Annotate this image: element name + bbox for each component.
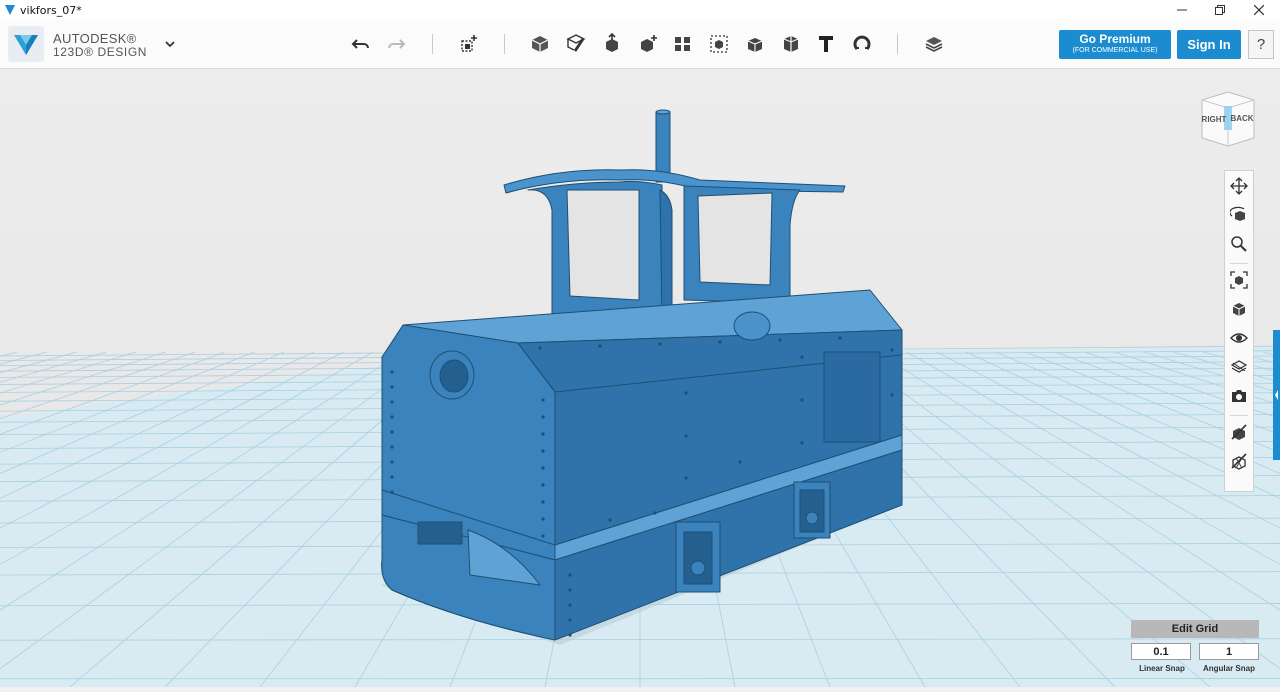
material-outline-icon	[1230, 358, 1248, 376]
modify-icon	[637, 33, 659, 55]
construct-button[interactable]	[597, 29, 627, 59]
minimize-icon	[1177, 5, 1187, 15]
app-icon	[4, 4, 16, 16]
views-icon	[1230, 300, 1248, 318]
material-button[interactable]	[919, 29, 949, 59]
redo-button[interactable]	[381, 29, 411, 59]
navbar-separator	[1230, 263, 1248, 264]
linear-snap-input[interactable]: 0.1	[1131, 643, 1191, 660]
go-premium-button[interactable]: Go Premium (FOR COMMERCIAL USE)	[1059, 30, 1171, 59]
pattern-button[interactable]	[668, 29, 698, 59]
logo-icon	[8, 26, 44, 62]
angular-snap-label: Angular Snap	[1194, 664, 1264, 673]
edit-grid-button[interactable]: Edit Grid	[1131, 620, 1259, 638]
screenshot-button[interactable]	[1228, 385, 1250, 407]
group-button[interactable]	[704, 29, 734, 59]
group-icon	[708, 33, 730, 55]
viewcube-back-label: BACK	[1230, 114, 1253, 123]
redo-icon	[385, 33, 407, 55]
visibility-button[interactable]	[1228, 327, 1250, 349]
sketch-button[interactable]	[561, 29, 591, 59]
navigation-bar	[1224, 170, 1254, 492]
construct-icon	[601, 33, 623, 55]
orbit-icon	[1230, 206, 1248, 224]
snap-icon	[851, 33, 873, 55]
text-icon	[815, 33, 837, 55]
transform-button[interactable]	[454, 29, 484, 59]
fit-button[interactable]	[1228, 269, 1250, 291]
sign-in-button[interactable]: Sign In	[1177, 30, 1241, 59]
primitives-button[interactable]	[525, 29, 555, 59]
side-panel-handle[interactable]	[1273, 330, 1280, 460]
title-bar: vikfors_07*	[0, 0, 1280, 20]
linear-snap-label: Linear Snap	[1127, 664, 1197, 673]
window-title: vikfors_07*	[20, 4, 82, 17]
viewcube-right-label: RIGHT	[1202, 115, 1227, 124]
views-button[interactable]	[1228, 298, 1250, 320]
brand-product: 123D® DESIGN	[53, 45, 147, 59]
brand-autodesk: AUTODESK®	[53, 31, 137, 46]
camera-icon	[1230, 387, 1248, 405]
measure-button[interactable]	[776, 29, 806, 59]
text-button[interactable]	[811, 29, 841, 59]
hide-sketch-button[interactable]	[1228, 421, 1250, 443]
navbar-separator	[1230, 415, 1248, 416]
chevron-left-icon	[1273, 330, 1280, 460]
measure-icon	[780, 33, 802, 55]
transform-icon	[458, 33, 480, 55]
zoom-button[interactable]	[1228, 233, 1250, 255]
toolbar-separator	[432, 34, 433, 54]
app-logo[interactable]	[8, 26, 44, 62]
combine-icon	[744, 33, 766, 55]
material-icon	[923, 33, 945, 55]
pattern-icon	[672, 33, 694, 55]
close-icon	[1254, 5, 1264, 15]
sketch-icon	[565, 33, 587, 55]
scene-canvas[interactable]	[0, 69, 1280, 687]
app-toolbar: AUTODESK® 123D® DESIGN	[0, 20, 1280, 69]
minimize-button[interactable]	[1163, 0, 1201, 20]
restore-icon	[1215, 5, 1225, 15]
premium-label: Go Premium	[1059, 32, 1171, 46]
modify-button[interactable]	[633, 29, 663, 59]
3d-viewport[interactable]: RIGHT BACK	[0, 69, 1280, 687]
snap-button[interactable]	[847, 29, 877, 59]
materials-button[interactable]	[1228, 356, 1250, 378]
pan-icon	[1230, 177, 1248, 195]
fit-icon	[1230, 271, 1248, 289]
hide-mesh-icon	[1230, 452, 1248, 470]
pan-button[interactable]	[1228, 175, 1250, 197]
combine-button[interactable]	[740, 29, 770, 59]
orbit-button[interactable]	[1228, 204, 1250, 226]
toolbar-separator	[504, 34, 505, 54]
eye-icon	[1230, 329, 1248, 347]
help-button[interactable]: ?	[1248, 30, 1274, 59]
toolbar-separator	[897, 34, 898, 54]
undo-button[interactable]	[346, 29, 376, 59]
hide-sketch-icon	[1230, 423, 1248, 441]
zoom-icon	[1230, 235, 1248, 253]
hide-mesh-button[interactable]	[1228, 450, 1250, 472]
undo-icon	[350, 33, 372, 55]
premium-sub-label: (FOR COMMERCIAL USE)	[1059, 47, 1171, 54]
close-button[interactable]	[1240, 0, 1278, 20]
angular-snap-input[interactable]: 1	[1199, 643, 1259, 660]
restore-button[interactable]	[1201, 0, 1239, 20]
chevron-down-icon[interactable]	[162, 36, 178, 52]
view-cube[interactable]: RIGHT BACK	[1198, 90, 1258, 148]
primitives-icon	[529, 33, 551, 55]
